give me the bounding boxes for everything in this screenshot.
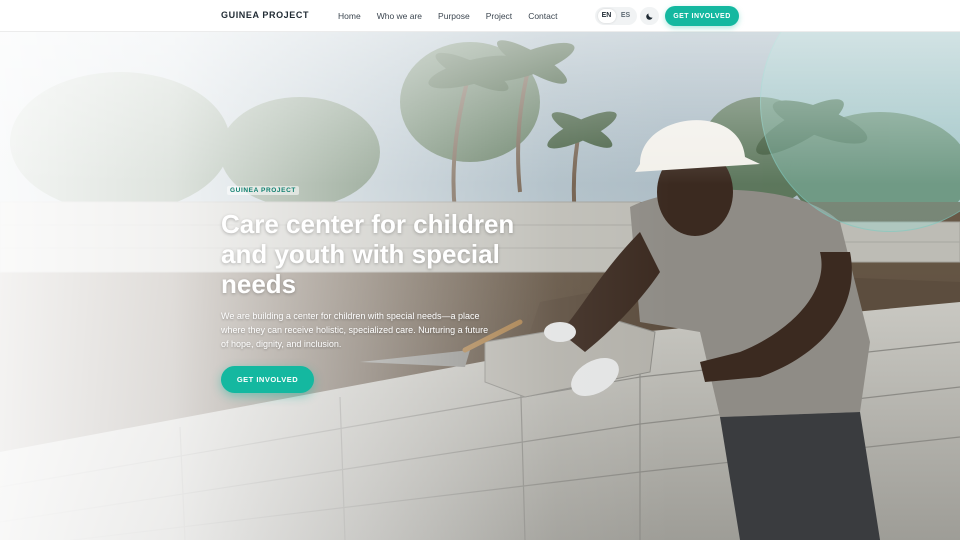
lang-es-button[interactable]: ES: [617, 9, 635, 23]
nav-link-home[interactable]: Home: [338, 11, 361, 21]
language-switcher: EN ES: [595, 7, 637, 25]
get-involved-hero-button[interactable]: GET INVOLVED: [221, 366, 314, 393]
navbar: GUINEA PROJECT Home Who we are Purpose P…: [0, 0, 960, 32]
hero-title: Care center for children and youth with …: [221, 209, 515, 299]
lang-en-button[interactable]: EN: [597, 9, 616, 23]
moon-icon: [646, 13, 653, 20]
nav-link-project[interactable]: Project: [486, 11, 512, 21]
theme-toggle-button[interactable]: [640, 7, 659, 25]
nav-link-purpose[interactable]: Purpose: [438, 11, 470, 21]
hero-subtitle: We are building a center for children wi…: [221, 311, 489, 349]
get-involved-nav-button[interactable]: GET INVOLVED: [665, 6, 739, 26]
nav-link-contact[interactable]: Contact: [528, 11, 557, 21]
hero-eyebrow: GUINEA PROJECT: [227, 186, 299, 195]
nav-link-who-we-are[interactable]: Who we are: [377, 11, 422, 21]
main-nav: Home Who we are Purpose Project Contact: [338, 11, 573, 21]
brand-logo[interactable]: GUINEA PROJECT: [221, 10, 309, 20]
